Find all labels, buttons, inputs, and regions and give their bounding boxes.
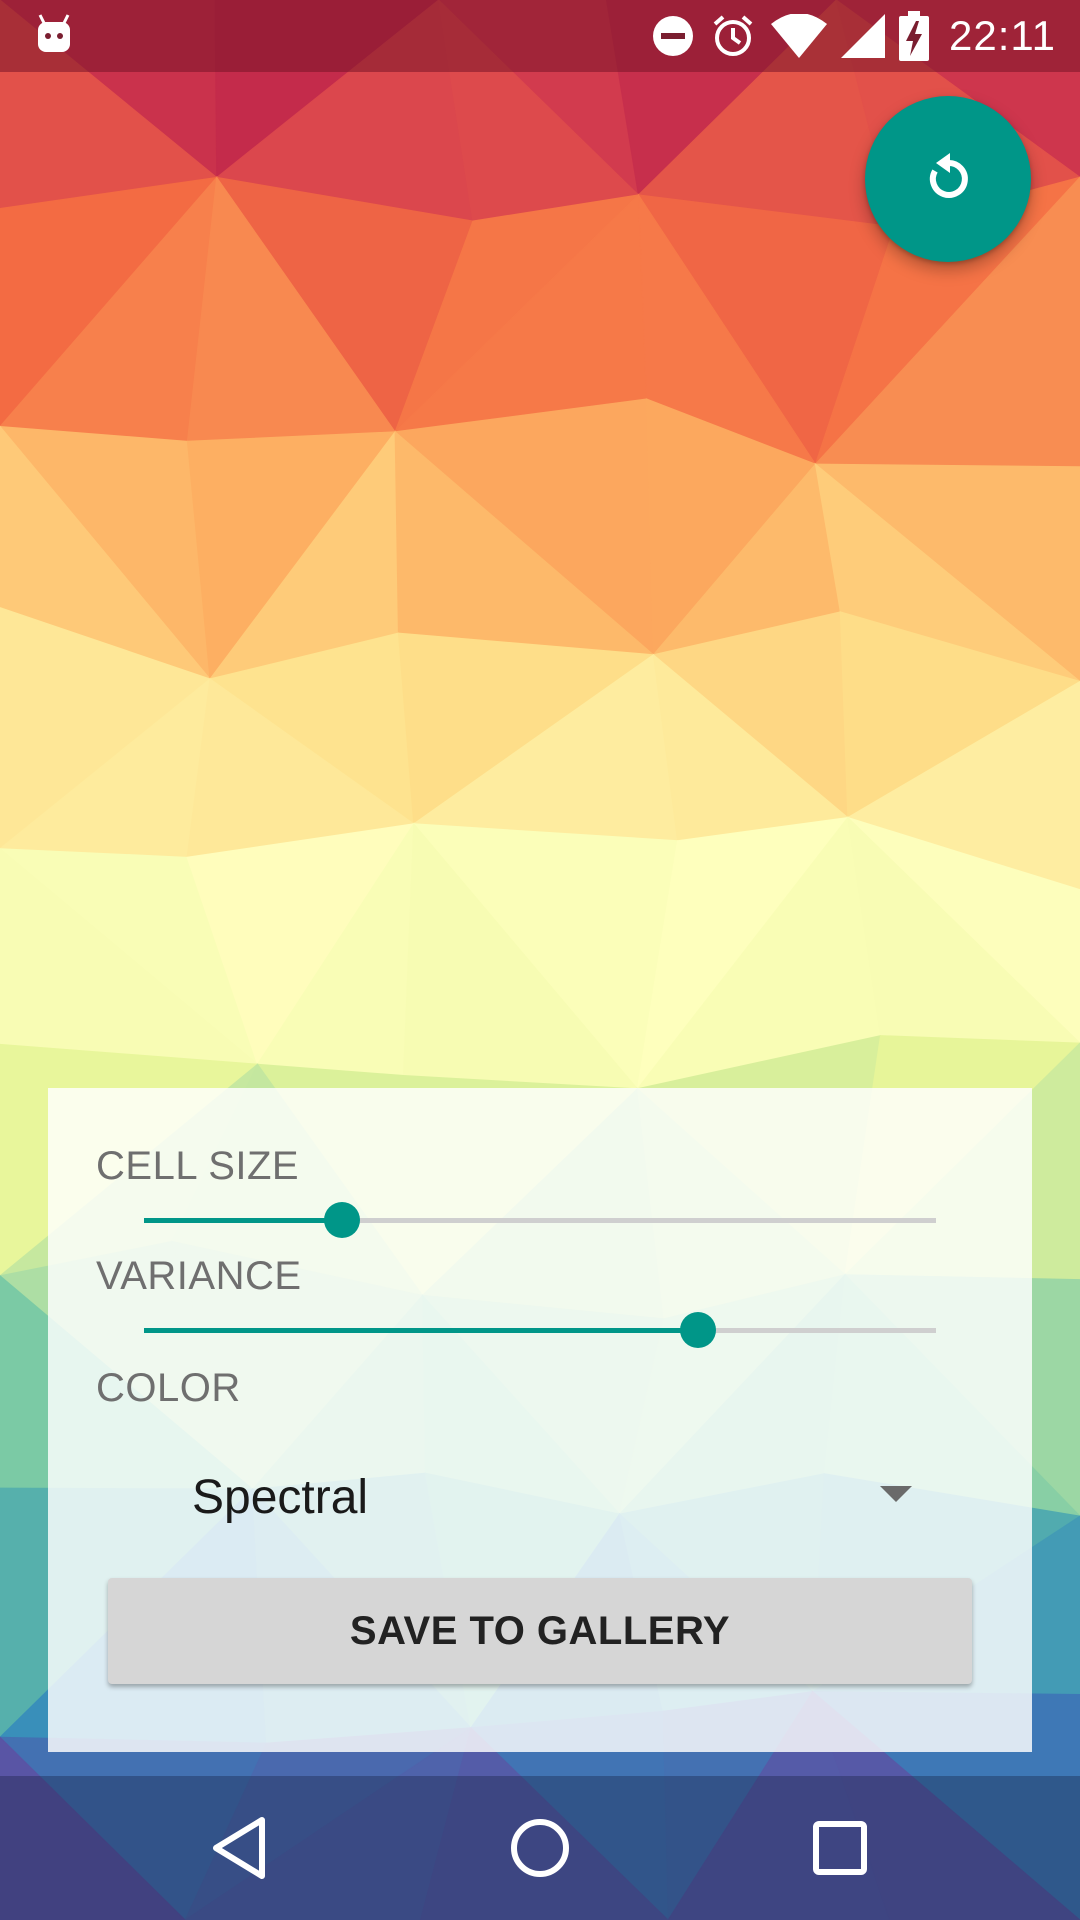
status-bar: 22:11 <box>0 0 1080 72</box>
cell-signal-icon <box>841 14 885 58</box>
back-icon <box>213 1817 265 1879</box>
wifi-icon <box>771 14 827 58</box>
dropdown-arrow-icon <box>880 1486 912 1502</box>
slider-thumb[interactable] <box>680 1312 717 1348</box>
navigation-bar <box>0 1776 1080 1920</box>
color-label: COLOR <box>96 1366 241 1410</box>
nav-back-button[interactable] <box>184 1792 296 1904</box>
settings-panel: CELL SIZE VARIANCE COLOR Spectral SAVE T… <box>48 1088 1032 1752</box>
save-to-gallery-button[interactable]: SAVE TO GALLERY <box>108 1578 972 1684</box>
slider-fill <box>144 1328 699 1333</box>
battery-charging-icon <box>899 11 929 61</box>
nav-recents-button[interactable] <box>784 1792 896 1904</box>
app-screen: 22:11 CELL SIZE VARIANCE COLOR Spectral … <box>0 0 1080 1920</box>
alarm-icon <box>713 15 753 56</box>
slider-thumb[interactable] <box>324 1202 360 1238</box>
home-icon <box>511 1819 569 1877</box>
recents-icon <box>813 1821 867 1875</box>
nav-home-button[interactable] <box>484 1792 596 1904</box>
variance-slider[interactable] <box>144 1310 936 1350</box>
status-icons: 22:11 <box>651 0 1056 72</box>
slider-fill <box>144 1218 342 1223</box>
do-not-disturb-icon <box>653 16 693 56</box>
refresh-icon <box>929 153 968 198</box>
cell-size-slider[interactable] <box>144 1200 936 1240</box>
color-scheme-value: Spectral <box>192 1471 369 1524</box>
cell-size-label: CELL SIZE <box>96 1144 300 1188</box>
android-debug-icon <box>38 14 70 52</box>
color-scheme-dropdown[interactable]: Spectral <box>144 1448 984 1538</box>
status-time: 22:11 <box>949 12 1056 59</box>
refresh-button[interactable] <box>865 96 1031 262</box>
variance-label: VARIANCE <box>96 1254 302 1298</box>
